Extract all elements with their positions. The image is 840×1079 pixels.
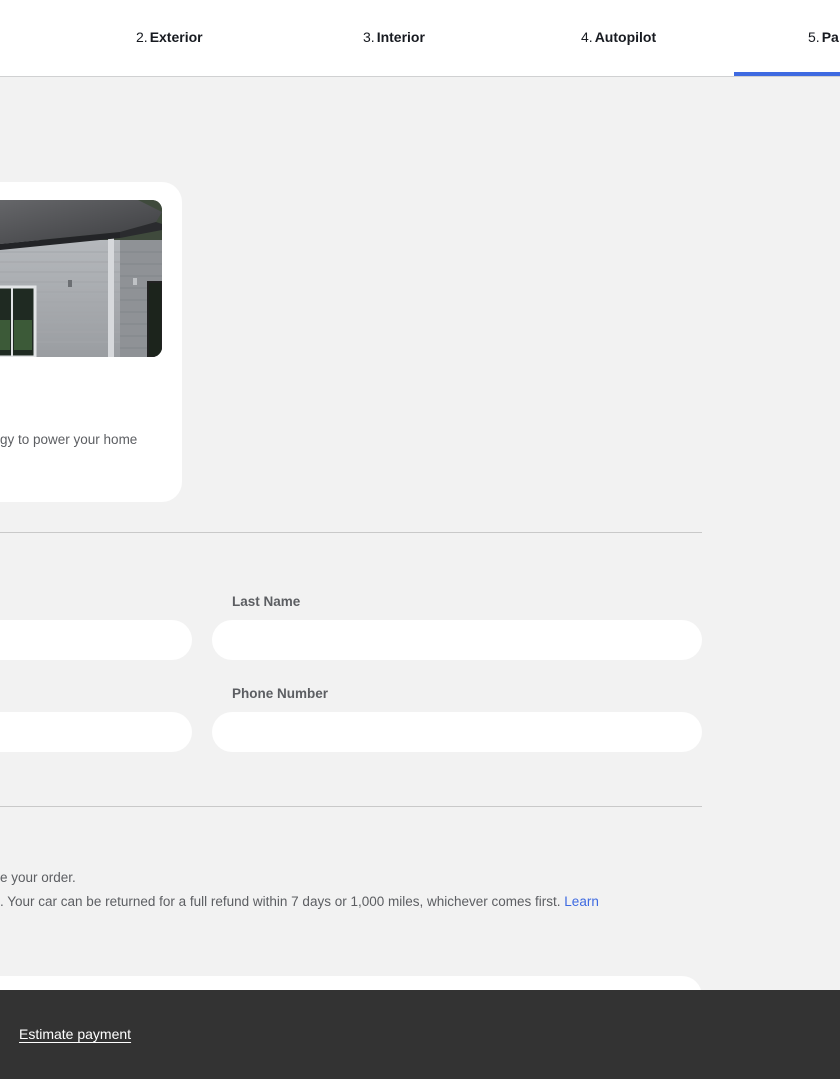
footer-bar: Estimate payment [0, 990, 840, 1079]
step-autopilot[interactable]: 4. Autopilot [581, 29, 656, 49]
order-info-text: e your order. [0, 870, 76, 885]
learn-more-link[interactable]: Learn [564, 894, 599, 909]
section-divider [0, 806, 702, 807]
step-navigation: 2. Exterior 3. Interior 4. Autopilot 5. Pa [0, 0, 840, 77]
step-number: 4. [581, 29, 593, 45]
step-label: Pa [821, 29, 839, 45]
step-label: Interior [376, 29, 425, 45]
step-number: 2. [136, 29, 148, 45]
step-exterior[interactable]: 2. Exterior [136, 29, 203, 49]
phone-number-field[interactable] [212, 712, 702, 752]
phone-number-label: Phone Number [232, 686, 329, 701]
return-policy-body: . Your car can be returned for a full re… [0, 894, 561, 909]
last-name-field[interactable] [212, 620, 702, 660]
step-number: 3. [363, 29, 375, 45]
step-number: 5. [808, 29, 820, 45]
active-step-indicator [734, 72, 840, 76]
step-payment[interactable]: 5. Pa [808, 29, 839, 49]
estimate-payment-link[interactable]: Estimate payment [19, 1026, 131, 1042]
last-name-label: Last Name [232, 594, 301, 609]
product-description: gy to power your home [0, 432, 138, 447]
return-policy-text: . Your car can be returned for a full re… [0, 893, 599, 910]
step-interior[interactable]: 3. Interior [363, 29, 425, 49]
step-label: Autopilot [594, 29, 657, 45]
step-label: Exterior [149, 29, 203, 45]
first-name-field[interactable] [0, 620, 192, 660]
email-field[interactable] [0, 712, 192, 752]
section-divider [0, 532, 702, 533]
product-image [0, 200, 162, 357]
